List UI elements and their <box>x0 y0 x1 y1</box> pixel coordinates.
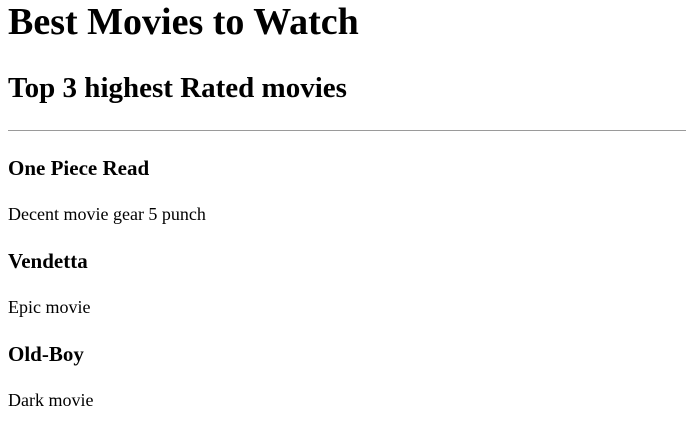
movie-description: Dark movie <box>8 390 94 410</box>
page: Best Movies to Watch Top 3 highest Rated… <box>0 0 686 440</box>
movie-description: Decent movie gear 5 punch <box>8 204 206 224</box>
movie-description: Epic movie <box>8 297 91 317</box>
page-title: Best Movies to Watch <box>8 1 359 43</box>
list-item: Old-Boy Dark movie <box>8 342 686 410</box>
list-item: One Piece Read Decent movie gear 5 punch <box>8 156 686 224</box>
page-subtitle: Top 3 highest Rated movies <box>8 72 347 104</box>
movie-title: Old-Boy <box>8 342 84 366</box>
list-item: Vendetta Epic movie <box>8 249 686 317</box>
divider <box>8 130 686 131</box>
movie-title: Vendetta <box>8 249 88 273</box>
movie-title: One Piece Read <box>8 156 150 180</box>
movie-list: One Piece Read Decent movie gear 5 punch… <box>8 156 686 410</box>
